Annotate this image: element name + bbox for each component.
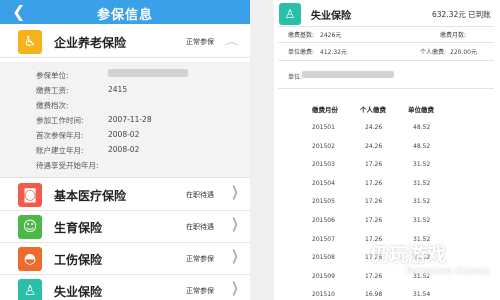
table-cell-month: 201506 <box>312 217 335 224</box>
detail-label: 首次参保年月: <box>36 131 84 140</box>
detail-label: 参加工作时间: <box>36 116 84 125</box>
chevron-right-icon[interactable]: ❯ <box>231 280 238 296</box>
wheelchair-icon: ♿ <box>18 30 42 54</box>
chevron-up-icon[interactable]: ︿ <box>481 10 492 20</box>
personal-fee-label: 个人缴费: <box>420 49 447 56</box>
table-cell-unit: 48.52 <box>413 124 431 131</box>
table-cell-month: 201501 <box>312 124 335 131</box>
table-cell-month: 201510 <box>312 291 335 299</box>
detail-label: 缴费档次: <box>36 101 69 110</box>
divider <box>278 60 494 61</box>
months-label: 缴费月数: <box>440 32 467 39</box>
personal-fee-value: 220.00元 <box>450 49 477 56</box>
camera-icon: ◙ <box>18 183 42 207</box>
detail-value-redacted <box>108 69 188 79</box>
insurance-row-medical[interactable]: ◙ 基本医疗保险 在职待遇 ❯ <box>0 179 250 211</box>
detail-label: 缴费工资: <box>36 86 69 95</box>
helmet-icon: ◓ <box>18 247 42 271</box>
table-cell-personal: 17.26 <box>365 179 383 187</box>
chevron-right-icon[interactable]: ❯ <box>231 184 238 200</box>
detail-label: 待遇享受开始年月: <box>36 161 99 170</box>
table-cell-month: 201503 <box>312 161 335 169</box>
insurance-status: 在职待遇 <box>186 191 214 199</box>
table-cell-unit: 31.52 <box>413 198 431 206</box>
divider <box>278 88 494 89</box>
insurance-name: 生育保险 <box>54 221 103 235</box>
table-cell-personal: 24.26 <box>365 124 383 131</box>
insurance-status: 正常参保 <box>186 287 214 295</box>
detail-value: 2008-02 <box>108 130 140 139</box>
base-label: 缴费基数: <box>288 32 315 39</box>
chevron-up-icon[interactable]: ︿ <box>225 35 238 46</box>
detail-label: 参保单位: <box>36 71 69 80</box>
insurance-status: 正常参保 <box>186 38 214 46</box>
detail-value: 2007-11-28 <box>108 115 152 124</box>
table-header: 缴费月份 <box>312 106 338 114</box>
unit-fee-label: 单位缴费: <box>288 49 315 56</box>
unit-label: 单位: <box>288 74 303 81</box>
page-title: 参保信息 <box>96 8 153 23</box>
table-cell-personal: 24.26 <box>365 142 383 150</box>
table-cell-unit: 31.52 <box>413 161 431 169</box>
table-cell-personal: 17.26 <box>365 161 383 169</box>
screen-divider <box>250 0 274 300</box>
table-cell-month: 201509 <box>312 272 335 280</box>
unit-value-redacted <box>302 71 394 80</box>
insurance-row-pension[interactable]: ♿ 企业养老保险 正常参保 ︿ <box>0 26 250 58</box>
unit-fee-value: 412.32元 <box>320 49 347 56</box>
table-cell-month: 201508 <box>312 254 335 262</box>
insurance-row-maternity[interactable]: ☺ 生育保险 在职待遇 ❯ <box>0 211 250 243</box>
table-cell-unit: 31.52 <box>413 179 431 187</box>
table-cell-month: 201505 <box>312 198 335 206</box>
detail-title: 失业保险 <box>311 11 351 22</box>
top-bar: ❮ 参保信息 <box>0 0 250 24</box>
table-header: 单位缴费 <box>408 106 434 114</box>
divider <box>278 26 494 27</box>
insurance-name: 失业保险 <box>54 285 103 299</box>
watermark: 仍玩游戏 Rengwan Games <box>340 240 500 300</box>
chevron-right-icon[interactable]: ❯ <box>231 248 238 264</box>
person-icon: ♙ <box>279 3 301 25</box>
pension-detail-panel: 参保单位: 缴费工资: 2415 缴费档次: 参加工作时间: 2007-11-2… <box>0 62 250 178</box>
detail-value: 2415 <box>108 85 128 94</box>
table-cell-month: 201507 <box>312 235 335 243</box>
base-value: 2426元 <box>320 32 342 39</box>
baby-icon: ☺ <box>18 215 42 239</box>
table-cell-month: 201504 <box>312 179 335 187</box>
watermark-subtext: Rengwan Games <box>406 266 491 277</box>
watermark-logo-icon <box>340 244 364 268</box>
watermark-text: 仍玩游戏 <box>370 244 447 266</box>
insurance-name: 企业养老保险 <box>54 36 127 50</box>
divider <box>278 42 494 43</box>
insurance-row-injury[interactable]: ◓ 工伤保险 正常参保 ❯ <box>0 243 250 275</box>
detail-label: 账户建立年月: <box>36 146 84 155</box>
insurance-status: 在职待遇 <box>186 223 214 231</box>
person-icon: ♙ <box>18 279 42 300</box>
left-screen: ❮ 参保信息 ♿ 企业养老保险 正常参保 ︿ 参保单位: 缴费工资: 2415 … <box>0 0 250 300</box>
insurance-name: 基本医疗保险 <box>54 189 127 203</box>
table-cell-personal: 17.26 <box>365 198 383 206</box>
table-cell-personal: 17.26 <box>365 217 383 224</box>
detail-value: 2008-02 <box>108 145 140 154</box>
table-cell-unit: 31.52 <box>413 217 431 224</box>
chevron-right-icon[interactable]: ❯ <box>231 216 238 232</box>
insurance-name: 工伤保险 <box>54 253 103 267</box>
insurance-status: 正常参保 <box>186 255 214 263</box>
table-header: 个人缴费 <box>360 106 386 114</box>
table-cell-month: 201502 <box>312 142 335 150</box>
table-cell-unit: 48.52 <box>413 142 431 150</box>
insurance-row-unemployment[interactable]: ♙ 失业保险 正常参保 ❯ <box>0 275 250 300</box>
